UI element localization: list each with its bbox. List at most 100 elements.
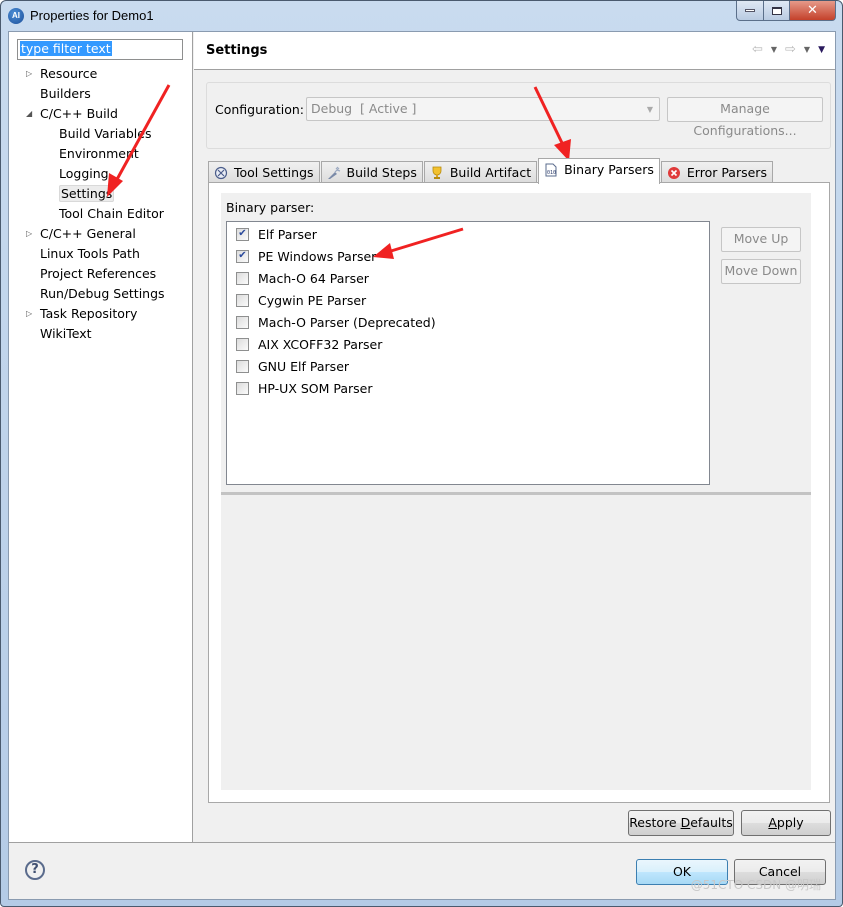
build-steps-icon [327,166,341,180]
app-logo-icon: AI [8,8,24,24]
tree-item[interactable]: Linux Tools Path [40,244,140,264]
tree-item[interactable]: WikiText [40,324,92,344]
tree-item[interactable]: Environment [59,144,139,164]
binary-file-icon: 010 [544,163,558,177]
view-menu-icon[interactable]: ▼ [818,45,825,55]
configuration-select-value: Debug [ Active ] [311,101,417,116]
tab-label: Tool Settings [234,165,314,180]
tab-error-parsers[interactable]: Error Parsers [660,161,773,183]
manage-configurations-button[interactable]: Manage Configurations... [667,97,823,138]
page-navigation: ⇦ ▼ ⇨ ▼ ▼ [752,42,825,57]
move-up-button[interactable]: Move Up [721,227,801,252]
button-label: efaults [690,815,733,830]
list-item[interactable]: AIX XCOFF32 Parser [236,335,382,353]
collapsed-arrow-icon[interactable]: ▷ [26,64,36,84]
window-title: Properties for Demo1 [30,8,154,23]
checkbox[interactable] [236,381,249,395]
list-item[interactable]: Mach-O 64 Parser [236,269,369,287]
configuration-group: Configuration: Debug [ Active ] ▼ Manage… [206,82,831,149]
list-item-label: GNU Elf Parser [258,358,350,374]
properties-dialog: AI Properties for Demo1 ✕ type filter te… [0,0,843,907]
dialog-footer: ? OK Cancel @51CTO CSDN @明瑞 [9,842,835,899]
trophy-icon [430,166,444,180]
svg-text:010: 010 [547,170,556,176]
back-arrow-icon[interactable]: ⇦ [752,42,763,57]
list-item[interactable]: ✔ PE Windows Parser [236,247,376,265]
panel-divider[interactable] [221,492,811,495]
tree-item[interactable]: ▷ Task Repository [26,304,138,324]
list-item[interactable]: GNU Elf Parser [236,357,349,375]
maximize-button[interactable] [764,1,790,21]
error-icon [667,166,681,180]
forward-history-dropdown-icon[interactable]: ▼ [804,45,810,54]
tree-item-label: C/C++ General [40,226,136,241]
binary-parsers-panel: Binary parser: ✔ Elf Parser ✔ PE Windows Pa… [208,182,830,803]
list-item-label: Mach-O 64 Parser [258,270,369,286]
tree-item-label: Environment [59,146,139,161]
configuration-select[interactable]: Debug [ Active ] ▼ [306,97,660,121]
list-item[interactable]: Cygwin PE Parser [236,291,366,309]
tree-item-label: Tool Chain Editor [59,206,164,221]
list-item[interactable]: HP-UX SOM Parser [236,379,373,397]
checkbox[interactable] [236,293,249,307]
checkbox[interactable] [236,337,249,351]
tree-item[interactable]: Logging [59,164,109,184]
restore-defaults-button[interactable]: Restore Defaults [628,810,734,836]
tab-label: Error Parsers [686,165,767,180]
collapsed-arrow-icon[interactable]: ▷ [26,224,36,244]
tab-build-artifact[interactable]: Build Artifact [423,161,538,183]
tree-item[interactable]: Project References [40,264,156,284]
list-item-label: Cygwin PE Parser [258,292,367,308]
tree-item-label: C/C++ Build [40,106,118,121]
tree-item[interactable]: Build Variables [59,124,151,144]
minimize-icon [745,9,755,12]
checkbox[interactable] [236,315,249,329]
list-item-label: HP-UX SOM Parser [258,380,373,396]
checkbox[interactable]: ✔ [236,249,249,263]
button-label: pply [776,815,804,830]
collapsed-arrow-icon[interactable]: ▷ [26,304,36,324]
tab-build-steps[interactable]: Build Steps [320,161,423,183]
checkbox[interactable] [236,271,249,285]
tree-item[interactable]: Run/Debug Settings [40,284,165,304]
page-header: Settings ⇦ ▼ ⇨ ▼ ▼ [194,32,835,70]
tree-item[interactable]: ▷ Resource [26,64,98,84]
tab-binary-parsers[interactable]: 010 Binary Parsers [538,158,660,184]
help-icon[interactable]: ? [25,860,45,880]
tree-item-label: Build Variables [59,126,152,141]
tree-item-label: WikiText [40,326,92,341]
button-label: Restore [629,815,681,830]
close-button[interactable]: ✕ [790,1,836,21]
forward-arrow-icon[interactable]: ⇨ [785,42,796,57]
back-history-dropdown-icon[interactable]: ▼ [771,45,777,54]
tree-item[interactable]: Builders [40,84,91,104]
expanded-arrow-icon[interactable]: ◢ [26,104,36,124]
minimize-button[interactable] [736,1,764,21]
tree-item-label: Resource [40,66,98,81]
tab-bar: Tool Settings Build Steps Build Artifact [208,158,774,184]
tree-item[interactable]: ▷ C/C++ General [26,224,136,244]
filter-input[interactable]: type filter text [17,39,183,60]
checkbox[interactable] [236,359,249,373]
tab-label: Build Steps [346,165,417,180]
tree-item-label: Builders [40,86,91,101]
list-item[interactable]: Mach-O Parser (Deprecated) [236,313,436,331]
tree-item-label: Task Repository [40,306,138,321]
tool-settings-icon [214,166,228,180]
apply-button[interactable]: Apply [741,810,831,836]
binary-parser-list[interactable]: ✔ Elf Parser ✔ PE Windows Parser Mach-O 64 P… [226,221,710,485]
tab-tool-settings[interactable]: Tool Settings [208,161,320,183]
title-bar[interactable]: AI Properties for Demo1 ✕ [1,1,842,31]
binary-parser-label: Binary parser: [226,200,315,215]
configuration-label: Configuration: [215,102,304,117]
maximize-icon [771,6,782,15]
tree-item[interactable]: Settings [59,184,115,204]
tree-item[interactable]: Tool Chain Editor [59,204,164,224]
list-item-label: PE Windows Parser [258,248,377,264]
tree-item[interactable]: ◢ C/C++ Build [26,104,118,124]
checkbox[interactable]: ✔ [236,227,249,241]
property-page-tree: type filter text ▷ Resource Builders ◢ C/C++… [9,32,193,842]
move-down-button[interactable]: Move Down [721,259,801,284]
list-item[interactable]: ✔ Elf Parser [236,225,317,243]
tree-item-label: Project References [40,266,157,281]
